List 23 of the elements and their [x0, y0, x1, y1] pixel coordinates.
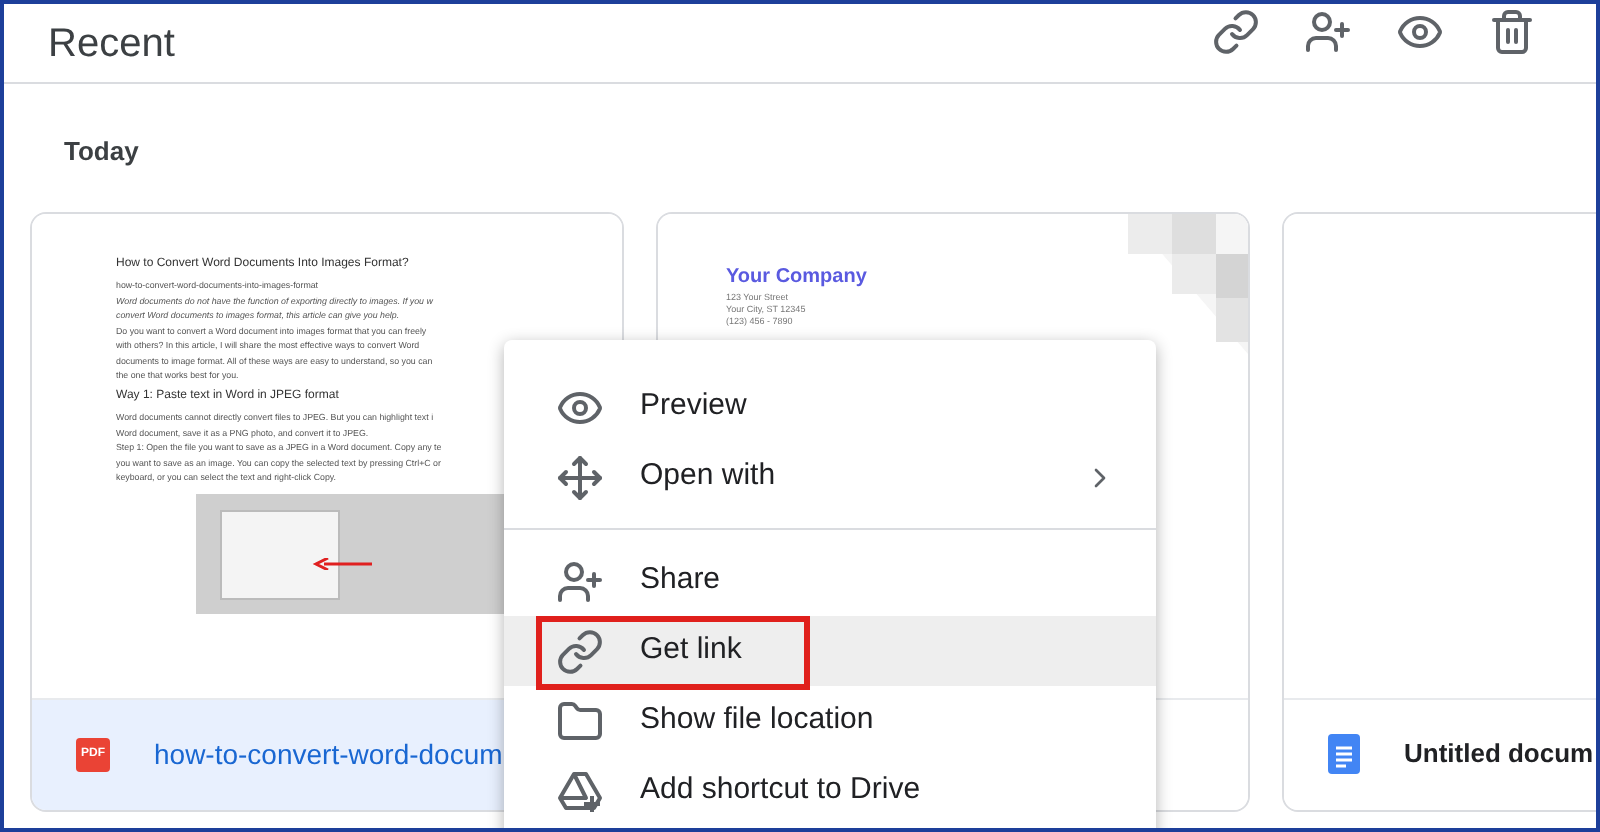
menu-item[interactable]: Preview [504, 372, 1156, 442]
link-icon [556, 627, 604, 675]
move-arrows-icon [556, 453, 604, 501]
menu-item[interactable]: Show file location [504, 686, 1156, 756]
menu-item[interactable]: Open with [504, 442, 1156, 512]
company-name: Your Company [726, 263, 867, 291]
file-card[interactable]: Untitled docum [1282, 211, 1596, 811]
file-name: Untitled docum [1404, 736, 1594, 773]
page-title: Recent [48, 19, 175, 69]
share-button[interactable] [1304, 7, 1352, 55]
menu-screenshot-block [220, 509, 340, 599]
folder-icon [556, 697, 604, 745]
menu-item[interactable]: Get link [504, 616, 1156, 686]
delete-button[interactable] [1488, 7, 1536, 55]
document-icon [1328, 734, 1360, 774]
section-title: Today [64, 134, 139, 170]
get-link-button[interactable] [1212, 7, 1260, 55]
arrow-icon [312, 557, 372, 569]
file-name: how-to-convert-word-docum [154, 735, 503, 773]
add-shortcut-icon [556, 767, 604, 815]
menu-item[interactable]: Add shortcut to Drive [504, 756, 1156, 826]
menu-item[interactable]: Share [504, 546, 1156, 616]
add-person-icon [556, 557, 604, 605]
